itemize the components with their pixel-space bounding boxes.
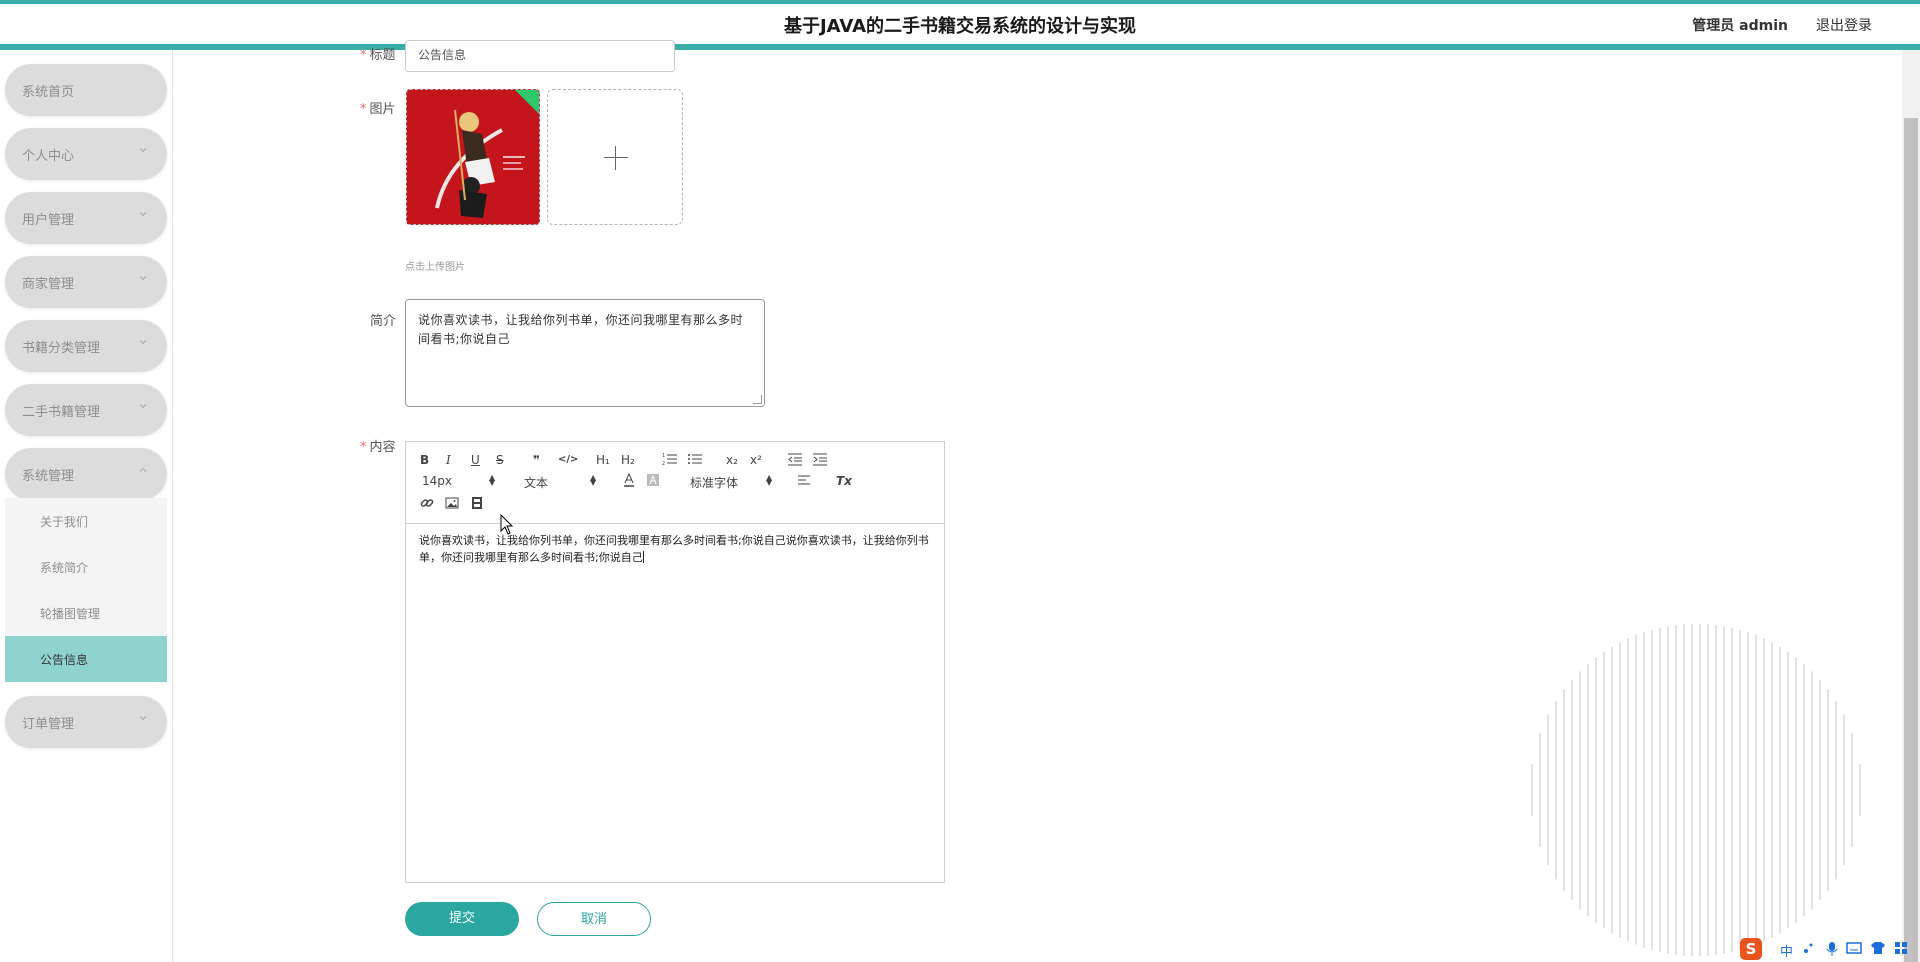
link-icon[interactable]	[420, 496, 434, 510]
select-arrows-icon: ▲ ▼	[489, 473, 496, 487]
chevron-up-icon	[139, 467, 147, 472]
svg-text:2: 2	[662, 461, 665, 466]
chevron-down-icon	[139, 404, 147, 409]
submenu-item-label: 轮播图管理	[40, 607, 101, 621]
scrollbar-thumb[interactable]	[1904, 118, 1918, 962]
font-size-select[interactable]: 14px	[422, 474, 452, 488]
bold-button[interactable]: B	[420, 453, 429, 467]
image-upload-button[interactable]	[547, 89, 683, 225]
logout-link[interactable]: 退出登录	[1816, 15, 1872, 35]
chevron-down-icon	[139, 212, 147, 217]
sidebar: 系统首页 个人中心 用户管理 商家管理 书籍分类管理 二手书籍管理 系统管理 关…	[0, 50, 173, 962]
video-icon[interactable]	[470, 496, 484, 510]
plus-icon	[604, 157, 628, 158]
ime-toolbar: S 中	[1740, 938, 1920, 962]
sidebar-item-label: 商家管理	[22, 277, 75, 292]
image-icon[interactable]	[445, 496, 459, 510]
intro-label: 简介	[370, 314, 397, 329]
sidebar-item-label: 个人中心	[22, 149, 75, 164]
resize-handle[interactable]	[753, 395, 762, 404]
decorative-stripe-circle	[1531, 624, 1861, 956]
sidebar-item-label: 二手书籍管理	[22, 405, 101, 420]
editor-content[interactable]: 说你喜欢读书，让我给你列书单，你还问我哪里有那么多时间看书;你说自己说你喜欢读书…	[419, 532, 934, 566]
superscript-button[interactable]: x²	[750, 453, 762, 467]
sidebar-item-label: 系统首页	[22, 85, 75, 100]
header: 基于JAVA的二手书籍交易系统的设计与实现 管理员 admin 退出登录	[0, 4, 1920, 44]
subscript-button[interactable]: x₂	[726, 453, 738, 467]
submenu-item-label: 公告信息	[40, 653, 89, 667]
submit-button[interactable]: 提交	[405, 902, 519, 936]
header-select[interactable]: 文本	[524, 474, 548, 491]
content-label: * 内容	[360, 440, 396, 455]
text-caret	[642, 551, 644, 563]
submenu-item-notice[interactable]: 公告信息	[5, 636, 167, 682]
sidebar-item-label: 订单管理	[22, 717, 75, 732]
sidebar-item-profile[interactable]: 个人中心	[5, 128, 167, 180]
font-color-icon[interactable]	[622, 473, 636, 487]
blockquote-button[interactable]: ❞	[533, 453, 540, 467]
select-arrows-icon: ▲ ▼	[590, 473, 597, 487]
app-title: 基于JAVA的二手书籍交易系统的设计与实现	[783, 16, 1137, 37]
keyboard-icon[interactable]	[1846, 941, 1862, 955]
title-label: * 标题	[360, 48, 396, 63]
chevron-down-icon	[139, 340, 147, 345]
plus-icon-vertical	[615, 146, 616, 170]
skin-icon[interactable]	[1870, 941, 1886, 955]
sidebar-item-book-categories[interactable]: 书籍分类管理	[5, 320, 167, 372]
intro-textarea-value: 说你喜欢读书，让我给你列书单，你还问我哪里有那么多时间看书;你说自己	[418, 313, 744, 346]
title-input-value: 公告信息	[418, 48, 467, 62]
strike-button[interactable]: S	[496, 453, 504, 467]
editor-toolbar: B I U S ❞ </> H₁ H₂ 12 x₂ x² 14px ▲ ▼ 文本 …	[406, 442, 944, 524]
submenu-item-label: 系统简介	[40, 561, 89, 575]
submenu-item-about[interactable]: 关于我们	[5, 498, 167, 544]
rich-text-editor: B I U S ❞ </> H₁ H₂ 12 x₂ x² 14px ▲ ▼ 文本 …	[405, 441, 945, 883]
system-submenu: 关于我们 系统简介 轮播图管理 公告信息	[5, 498, 167, 682]
code-block-button[interactable]: </>	[558, 453, 578, 467]
bullet-list-icon[interactable]	[687, 452, 703, 466]
ime-mode-indicator[interactable]: 中	[1780, 941, 1793, 960]
sidebar-item-orders[interactable]: 订单管理	[5, 696, 167, 748]
sidebar-item-users[interactable]: 用户管理	[5, 192, 167, 244]
submenu-item-intro[interactable]: 系统简介	[5, 544, 167, 590]
chevron-down-icon	[139, 148, 147, 153]
sogou-logo-icon[interactable]: S	[1740, 938, 1762, 960]
background-color-icon[interactable]	[646, 473, 660, 487]
sidebar-item-label: 用户管理	[22, 213, 75, 228]
intro-textarea[interactable]: 说你喜欢读书，让我给你列书单，你还问我哪里有那么多时间看书;你说自己	[405, 299, 765, 407]
chevron-down-icon	[139, 716, 147, 721]
image-label: * 图片	[360, 102, 396, 117]
sidebar-item-system[interactable]: 系统管理	[5, 448, 167, 500]
mouse-cursor-icon	[500, 514, 514, 535]
chevron-down-icon	[139, 276, 147, 281]
align-icon[interactable]	[797, 474, 813, 488]
cancel-button[interactable]: 取消	[537, 902, 651, 936]
underline-button[interactable]: U	[471, 453, 480, 467]
sidebar-item-label: 系统管理	[22, 469, 75, 484]
sidebar-item-home[interactable]: 系统首页	[5, 64, 167, 116]
h1-button[interactable]: H₁	[596, 453, 610, 467]
current-user: 管理员 admin	[1692, 18, 1788, 34]
uploaded-image-thumbnail[interactable]	[406, 89, 540, 225]
h2-button[interactable]: H₂	[621, 453, 635, 467]
title-input[interactable]: 公告信息	[405, 40, 675, 72]
outdent-icon[interactable]	[787, 452, 803, 466]
upload-success-corner	[515, 90, 539, 114]
punctuation-icon[interactable]	[1802, 941, 1816, 955]
svg-text:1: 1	[662, 453, 665, 459]
ordered-list-icon[interactable]: 12	[662, 452, 678, 466]
upload-tip: 点击上传图片	[405, 262, 465, 273]
sidebar-item-label: 书籍分类管理	[22, 341, 101, 356]
select-arrows-icon: ▲ ▼	[766, 473, 773, 487]
italic-button[interactable]: I	[446, 453, 451, 467]
sidebar-item-used-books[interactable]: 二手书籍管理	[5, 384, 167, 436]
sidebar-item-merchants[interactable]: 商家管理	[5, 256, 167, 308]
indent-icon[interactable]	[812, 452, 828, 466]
header-accent-bar	[0, 44, 1920, 50]
microphone-icon[interactable]	[1826, 941, 1838, 957]
grid-menu-icon[interactable]	[1894, 941, 1908, 955]
clear-format-button[interactable]: Tx	[836, 474, 852, 488]
submenu-item-label: 关于我们	[40, 515, 89, 529]
font-family-select[interactable]: 标准字体	[690, 474, 738, 491]
submenu-item-carousel[interactable]: 轮播图管理	[5, 590, 167, 636]
